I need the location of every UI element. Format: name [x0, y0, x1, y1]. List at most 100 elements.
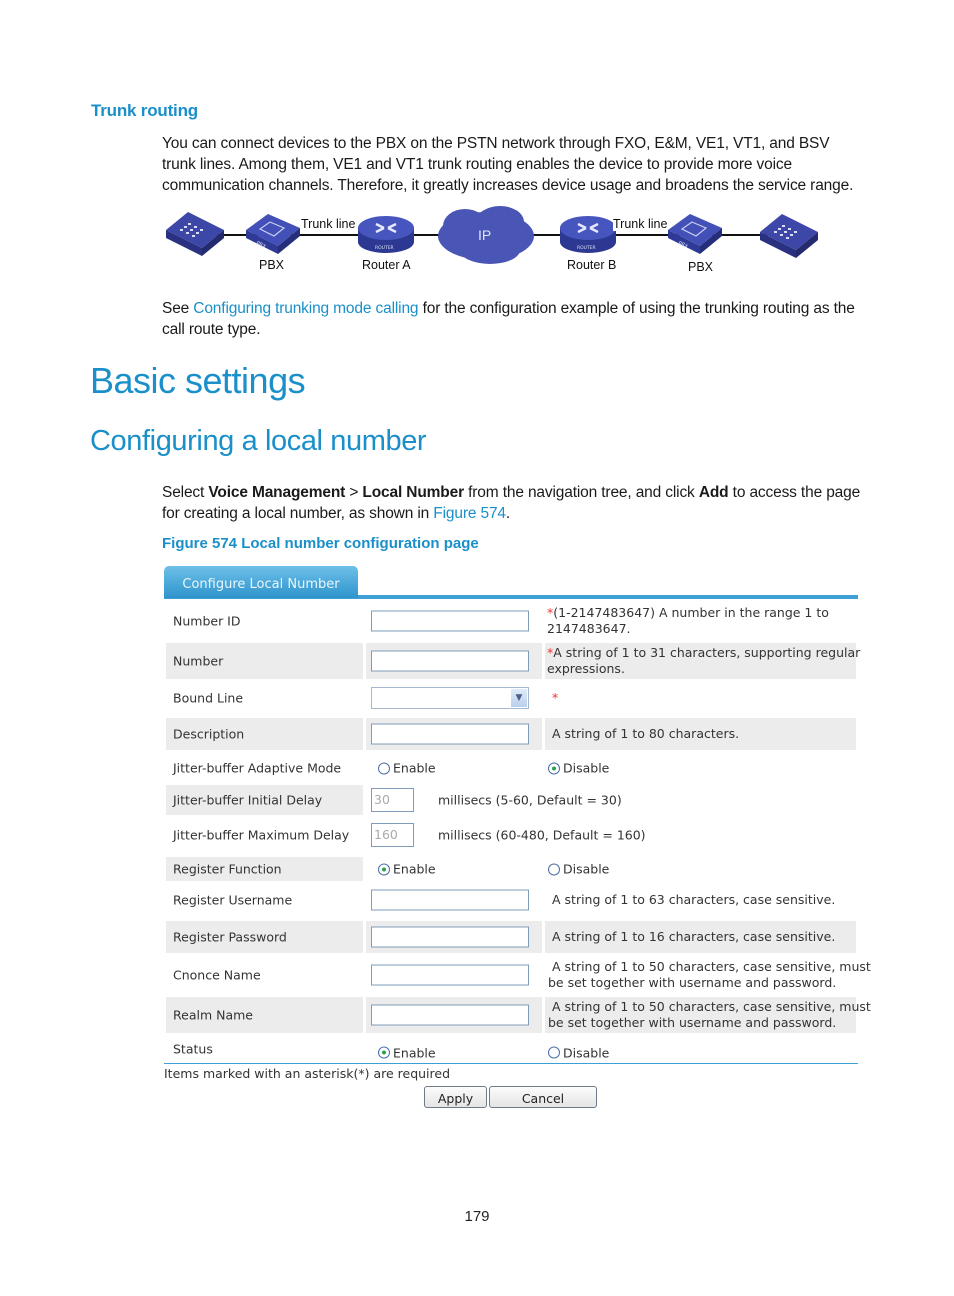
figure-caption: Figure 574 Local number configuration pa…	[162, 535, 479, 552]
tab-configure-local-number[interactable]: Configure Local Number	[164, 566, 358, 598]
hint-line: be set together with username and passwo…	[548, 975, 837, 990]
hint-number: *A string of 1 to 31 characters, support…	[547, 645, 860, 677]
svg-text:ROUTER: ROUTER	[577, 245, 596, 251]
link-configuring-trunking-mode-calling[interactable]: Configuring trunking mode calling	[193, 300, 418, 317]
label-bound-line: Bound Line	[173, 690, 244, 706]
description-input[interactable]	[371, 723, 529, 745]
cancel-button[interactable]: Cancel	[489, 1086, 597, 1108]
label-register-password: Register Password	[173, 929, 287, 945]
row-number: Number *A string of 1 to 31 characters, …	[166, 643, 860, 679]
chevron-down-icon[interactable]: ▼	[511, 689, 527, 707]
hint-line: (1-2147483647) A number in the range 1 t…	[553, 605, 829, 620]
diagram-svg: PBX ROUTER ROUTER PBX	[166, 206, 818, 264]
hint-realm-name: A string of 1 to 50 characters, case sen…	[548, 999, 871, 1031]
heading-configuring-local-number: Configuring a local number	[90, 425, 427, 457]
label-realm-name: Realm Name	[173, 1007, 253, 1023]
number-id-input[interactable]	[371, 610, 529, 632]
radio-jitter-mode-enable[interactable]: Enable	[378, 761, 436, 776]
label-jitter-adaptive-mode: Jitter-buffer Adaptive Mode	[173, 760, 342, 776]
row-cnonce-name: Cnonce Name A string of 1 to 50 characte…	[166, 957, 871, 993]
number-input[interactable]	[371, 650, 529, 672]
required-note: Items marked with an asterisk(*) are req…	[164, 1066, 451, 1081]
label-register-function: Register Function	[173, 861, 282, 877]
radio-jitter-mode-disable[interactable]: Disable	[548, 761, 609, 776]
ip-cloud-label: IP	[478, 227, 492, 243]
trunk-routing-diagram: PBX ROUTER ROUTER PBX Trunk line PBX Rou…	[160, 200, 840, 285]
row-jitter-initial-delay: Jitter-buffer Initial Delay 30 millisecs…	[166, 785, 856, 815]
radio-unchecked-icon[interactable]	[548, 1046, 560, 1059]
configure-local-number-form: Configure Local Number Number ID *(1-214…	[164, 565, 871, 1108]
local-number-intro: Select Voice Management > Local Number f…	[162, 482, 864, 524]
radio-status-disable[interactable]: Disable	[548, 1045, 609, 1060]
hint-line: A string of 1 to 50 characters, case sen…	[552, 999, 871, 1014]
svg-text:ROUTER: ROUTER	[375, 245, 394, 251]
label-jitter-initial-delay: Jitter-buffer Initial Delay	[173, 792, 323, 808]
hint-description: A string of 1 to 80 characters.	[552, 726, 740, 741]
router-b-label: Router B	[567, 258, 617, 272]
page-number: 179	[464, 1208, 490, 1225]
radio-unchecked-icon[interactable]	[548, 863, 560, 875]
radio-register-disable[interactable]: Disable	[548, 862, 609, 877]
section-heading-trunk-routing: Trunk routing	[91, 101, 198, 120]
row-bound-line: Bound Line ▼ *	[166, 681, 856, 715]
row-status: Status Enable Disable	[166, 1037, 856, 1061]
jitter-initial-delay-input[interactable]: 30	[371, 788, 414, 812]
jitter-max-delay-input[interactable]: 160	[371, 823, 414, 847]
intro-local-number: Local Number	[362, 484, 464, 501]
register-username-input[interactable]	[371, 889, 529, 911]
hint-jitter-initial-delay: millisecs (5-60, Default = 30)	[438, 792, 622, 808]
radio-unchecked-icon[interactable]	[378, 762, 390, 774]
hint-line: 2147483647.	[547, 621, 631, 636]
radio-label: Disable	[563, 861, 610, 877]
hint-number-id: *(1-2147483647) A number in the range 1 …	[547, 605, 829, 637]
hint-line: A string of 1 to 31 characters, supporti…	[553, 645, 861, 660]
row-register-function: Register Function Enable Disable	[166, 857, 856, 881]
radio-checked-icon[interactable]	[378, 863, 390, 875]
intro-voice-management: Voice Management	[208, 484, 346, 501]
hint-cnonce-name: A string of 1 to 50 characters, case sen…	[548, 959, 871, 991]
apply-button[interactable]: Apply	[424, 1086, 487, 1108]
cnonce-name-input[interactable]	[371, 964, 529, 986]
row-register-password: Register Password A string of 1 to 16 ch…	[166, 921, 856, 953]
trunk-routing-paragraph: You can connect devices to the PBX on th…	[162, 135, 854, 194]
realm-name-input[interactable]	[371, 1004, 529, 1026]
radio-status-enable[interactable]: Enable	[378, 1045, 436, 1060]
pbx-right-icon: PBX	[668, 214, 722, 254]
row-register-username: Register Username A string of 1 to 63 ch…	[166, 883, 856, 917]
link-figure-574[interactable]: Figure 574	[433, 505, 506, 522]
row-jitter-adaptive-mode: Jitter-buffer Adaptive Mode Enable Disab…	[166, 753, 856, 783]
form-tab-bar: Configure Local Number	[164, 565, 858, 599]
row-realm-name: Realm Name A string of 1 to 50 character…	[166, 997, 871, 1033]
radio-register-enable[interactable]: Enable	[378, 862, 436, 877]
hint-line: be set together with username and passwo…	[548, 1015, 837, 1030]
radio-label: Disable	[563, 760, 610, 776]
see-reference-paragraph: See Configuring trunking mode calling fo…	[162, 298, 864, 340]
row-number-id: Number ID *(1-2147483647) A number in th…	[166, 603, 856, 639]
pbx-left-icon: PBX	[246, 214, 300, 254]
label-jitter-max-delay: Jitter-buffer Maximum Delay	[173, 827, 350, 843]
radio-label: Enable	[393, 861, 436, 877]
radio-label: Enable	[393, 1045, 436, 1061]
register-password-input[interactable]	[371, 926, 529, 948]
router-a-label: Router A	[362, 258, 411, 272]
intro-period: .	[505, 505, 511, 522]
radio-checked-icon[interactable]	[548, 762, 560, 774]
label-number: Number	[173, 653, 224, 669]
pbx-right-label: PBX	[688, 260, 714, 274]
hint-line: expressions.	[547, 661, 625, 676]
hint-line: A string of 1 to 50 characters, case sen…	[552, 959, 871, 974]
label-description: Description	[173, 726, 245, 742]
intro-text-mid: from the navigation tree, and click	[463, 484, 699, 501]
radio-checked-icon[interactable]	[378, 1046, 390, 1059]
intro-add: Add	[698, 484, 729, 501]
hint-register-username: A string of 1 to 63 characters, case sen…	[552, 892, 836, 907]
phone-right-icon	[760, 214, 818, 258]
intro-text: Select	[162, 484, 209, 501]
radio-label: Enable	[393, 760, 436, 776]
label-cnonce-name: Cnonce Name	[173, 967, 261, 983]
intro-separator: >	[345, 484, 363, 501]
see-prefix: See	[162, 300, 194, 317]
trunk-line-label-left: Trunk line	[301, 217, 356, 231]
label-status: Status	[173, 1041, 213, 1057]
bound-line-select[interactable]: ▼	[371, 687, 529, 709]
